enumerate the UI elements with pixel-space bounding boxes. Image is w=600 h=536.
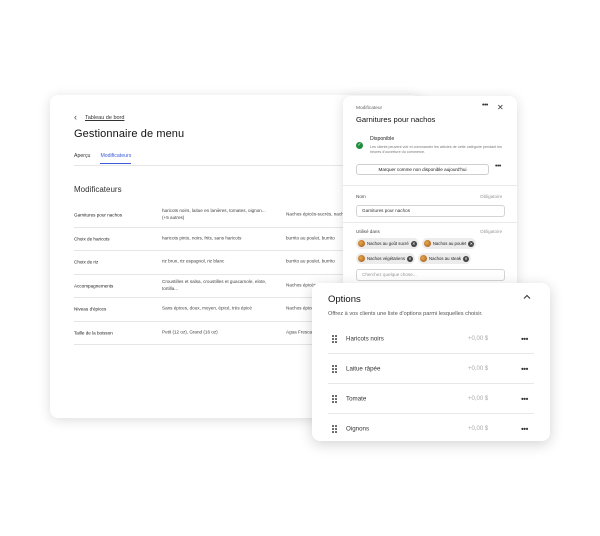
option-row[interactable]: Laitue râpée +0,00 $ •••: [328, 354, 534, 384]
options-description: Offrez à vos clients une liste d'options…: [328, 311, 483, 317]
row-options: riz brun, riz espagnol, riz blanc: [162, 258, 225, 264]
page-title: Gestionnaire de menu: [74, 128, 185, 140]
row-name: Accompagnements: [74, 283, 114, 289]
drag-handle-icon[interactable]: [332, 365, 337, 373]
chip-label: Nachos au poulet: [432, 241, 467, 246]
mark-unavailable-button[interactable]: Marquer comme non disponible aujourd'hui: [356, 164, 489, 175]
drag-handle-icon[interactable]: [332, 335, 337, 343]
name-label: Nom: [356, 194, 366, 199]
chip-label: Nachos au steak: [428, 256, 461, 261]
more-options-icon[interactable]: •••: [521, 425, 528, 434]
remove-chip-icon[interactable]: ✕: [468, 240, 475, 247]
row-options: Sans épices, doux, moyen, épicé, très ép…: [162, 305, 252, 311]
option-price: +0,00 $: [468, 426, 489, 432]
option-price: +0,00 $: [468, 365, 489, 372]
option-row[interactable]: Haricots noirs +0,00 $ •••: [328, 324, 534, 354]
row-name: Choix de riz: [74, 259, 99, 265]
used-in-chip[interactable]: Nachos au steak ✕: [417, 253, 471, 264]
drag-handle-icon[interactable]: [332, 395, 337, 403]
chip-label: Nachos végétariens: [367, 256, 405, 261]
used-in-chip[interactable]: Nachos végétariens ✕: [356, 253, 415, 264]
options-list: Haricots noirs +0,00 $ ••• Laitue râpée …: [328, 324, 534, 444]
option-row[interactable]: Oignons +0,00 $ •••: [328, 414, 534, 444]
close-icon[interactable]: ✕: [497, 103, 504, 112]
availability-description: Les clients peuvent voir et commander le…: [370, 145, 503, 155]
used-in-required: Obligatoire: [480, 229, 503, 234]
chevron-left-icon: ‹: [74, 112, 77, 122]
row-name: Taille de la boisson: [74, 330, 113, 336]
more-options-icon[interactable]: •••: [521, 334, 528, 343]
more-options-icon[interactable]: •••: [521, 394, 528, 403]
chip-label: Nachos au goût sucré: [367, 241, 409, 246]
panel-subtitle: Modificateur: [356, 106, 383, 111]
breadcrumb-link[interactable]: Tableau de bord: [85, 115, 124, 121]
drag-handle-icon[interactable]: [332, 425, 337, 433]
row-options: Petit (12 oz), Grand (16 oz): [162, 329, 218, 335]
modifier-panel: Modificateur Garnitures pour nachos ••• …: [343, 96, 517, 290]
chevron-up-icon[interactable]: [523, 293, 531, 301]
option-name: Oignons: [346, 425, 370, 433]
option-name: Laitue râpée: [346, 365, 381, 372]
option-name: Tomate: [346, 395, 367, 402]
row-name: Choix de haricots: [74, 236, 110, 242]
availability-label: Disponible: [370, 136, 395, 142]
panel-title: Garnitures pour nachos: [356, 115, 436, 124]
food-thumbnail-icon: [419, 255, 427, 262]
row-options: haricots pinto, noirs, frits, sans haric…: [162, 235, 242, 241]
option-name: Haricots noirs: [346, 335, 384, 342]
remove-chip-icon[interactable]: ✕: [406, 255, 413, 262]
row-options: Croustilles et salsa, croustilles et gua…: [162, 278, 267, 291]
remove-chip-icon[interactable]: ✕: [410, 240, 417, 247]
remove-chip-icon[interactable]: ✕: [463, 255, 469, 262]
options-panel: Options Offrez à vos clients une liste d…: [312, 283, 550, 441]
section-title: Modificateurs: [74, 185, 122, 194]
more-options-icon[interactable]: •••: [521, 364, 528, 373]
used-in-chip[interactable]: Nachos au goût sucré ✕: [356, 238, 419, 249]
food-thumbnail-icon: [358, 255, 365, 262]
tab-bar: Aperçu Modificateurs: [74, 153, 132, 164]
food-thumbnail-icon: [358, 240, 365, 247]
row-name: Garnitures pour nachos: [74, 212, 123, 218]
more-actions-icon[interactable]: •••: [495, 163, 501, 170]
check-circle-icon: ✓: [356, 142, 363, 149]
divider: [343, 222, 517, 223]
breadcrumb[interactable]: ‹ Tableau de bord: [74, 113, 124, 122]
tab-modifiers[interactable]: Modificateurs: [100, 153, 132, 164]
used-in-chips: Nachos au goût sucré ✕ Nachos au poulet …: [356, 238, 511, 264]
food-thumbnail-icon: [423, 240, 431, 247]
name-input[interactable]: Garnitures pour nachos: [356, 205, 505, 217]
used-in-chip[interactable]: Nachos au poulet ✕: [421, 238, 477, 249]
options-title: Options: [328, 294, 361, 305]
divider: [343, 185, 517, 186]
more-options-icon[interactable]: •••: [482, 102, 488, 109]
option-price: +0,00 $: [468, 335, 489, 342]
option-price: +0,00 $: [468, 395, 489, 402]
used-in-label: Utilisé dans: [356, 229, 380, 234]
option-row[interactable]: Tomate +0,00 $ •••: [328, 384, 534, 414]
search-input[interactable]: Cherchez quelque chose...: [356, 269, 505, 281]
row-name: Niveau d'épices: [74, 306, 107, 312]
tab-overview[interactable]: Aperçu: [74, 153, 90, 164]
name-required: Obligatoire: [480, 194, 503, 199]
row-options: haricots noirs, laitue en lanières, toma…: [162, 208, 266, 221]
